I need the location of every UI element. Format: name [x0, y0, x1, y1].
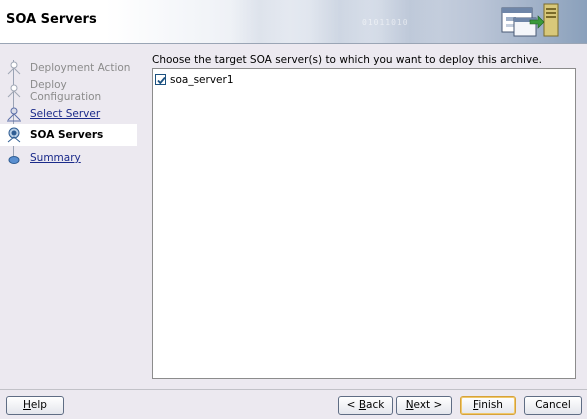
- nav-item-label: Deploy Configuration: [30, 79, 102, 103]
- page-title: SOA Servers: [6, 12, 97, 27]
- header-banner: SOA Servers 01011010: [0, 0, 587, 44]
- checkmark-icon: [157, 76, 166, 85]
- cancel-button[interactable]: Cancel: [524, 396, 582, 415]
- nav-item-soa-servers: SOA Servers: [0, 124, 137, 146]
- cancel-label: Cancel: [535, 399, 571, 411]
- next-mnemonic: N: [405, 399, 414, 411]
- help-mnemonic: H: [23, 399, 31, 411]
- next-button[interactable]: Next >: [396, 396, 452, 415]
- back-button[interactable]: < Back: [338, 396, 393, 415]
- finish-button[interactable]: Finish: [460, 396, 516, 415]
- help-button[interactable]: Help: [6, 396, 64, 415]
- back-mnemonic: B: [358, 399, 367, 411]
- wizard-navigation: Deployment Action Deploy Configuration S…: [0, 44, 137, 390]
- list-item[interactable]: soa_server1: [155, 72, 234, 87]
- nav-item-deployment-action: Deployment Action: [0, 57, 137, 79]
- current-step-icon: [7, 127, 21, 143]
- instructions-text: Choose the target SOA server(s) to which…: [152, 54, 542, 66]
- nav-item-deploy-configuration: Deploy Configuration: [0, 79, 137, 103]
- nav-item-label[interactable]: Summary: [30, 152, 81, 164]
- nav-item-label: SOA Servers: [30, 129, 104, 141]
- nav-item-summary[interactable]: Summary: [0, 147, 137, 169]
- next-label: ext >: [413, 399, 443, 411]
- server-checkbox[interactable]: [155, 74, 166, 85]
- footer-separator: [0, 389, 587, 390]
- nav-item-label: Deployment Action: [30, 62, 131, 74]
- completed-step-icon: [7, 84, 21, 98]
- back-prefix: <: [346, 399, 359, 411]
- server-name: soa_server1: [170, 73, 234, 86]
- nav-item-select-server[interactable]: Select Server: [0, 103, 137, 125]
- soa-server-list[interactable]: soa_server1: [152, 68, 576, 379]
- completed-step-icon: [7, 61, 21, 75]
- header-decoration: [230, 0, 290, 43]
- finish-label: inish: [478, 399, 503, 411]
- deploy-server-icon: [501, 3, 559, 37]
- pending-step-icon: [8, 156, 20, 164]
- header-digits: 01011010: [362, 18, 409, 27]
- help-label: elp: [30, 399, 47, 411]
- back-label: ack: [366, 399, 385, 411]
- nav-item-label[interactable]: Select Server: [30, 108, 100, 120]
- visited-step-icon: [7, 107, 21, 122]
- header-decoration: [310, 0, 370, 43]
